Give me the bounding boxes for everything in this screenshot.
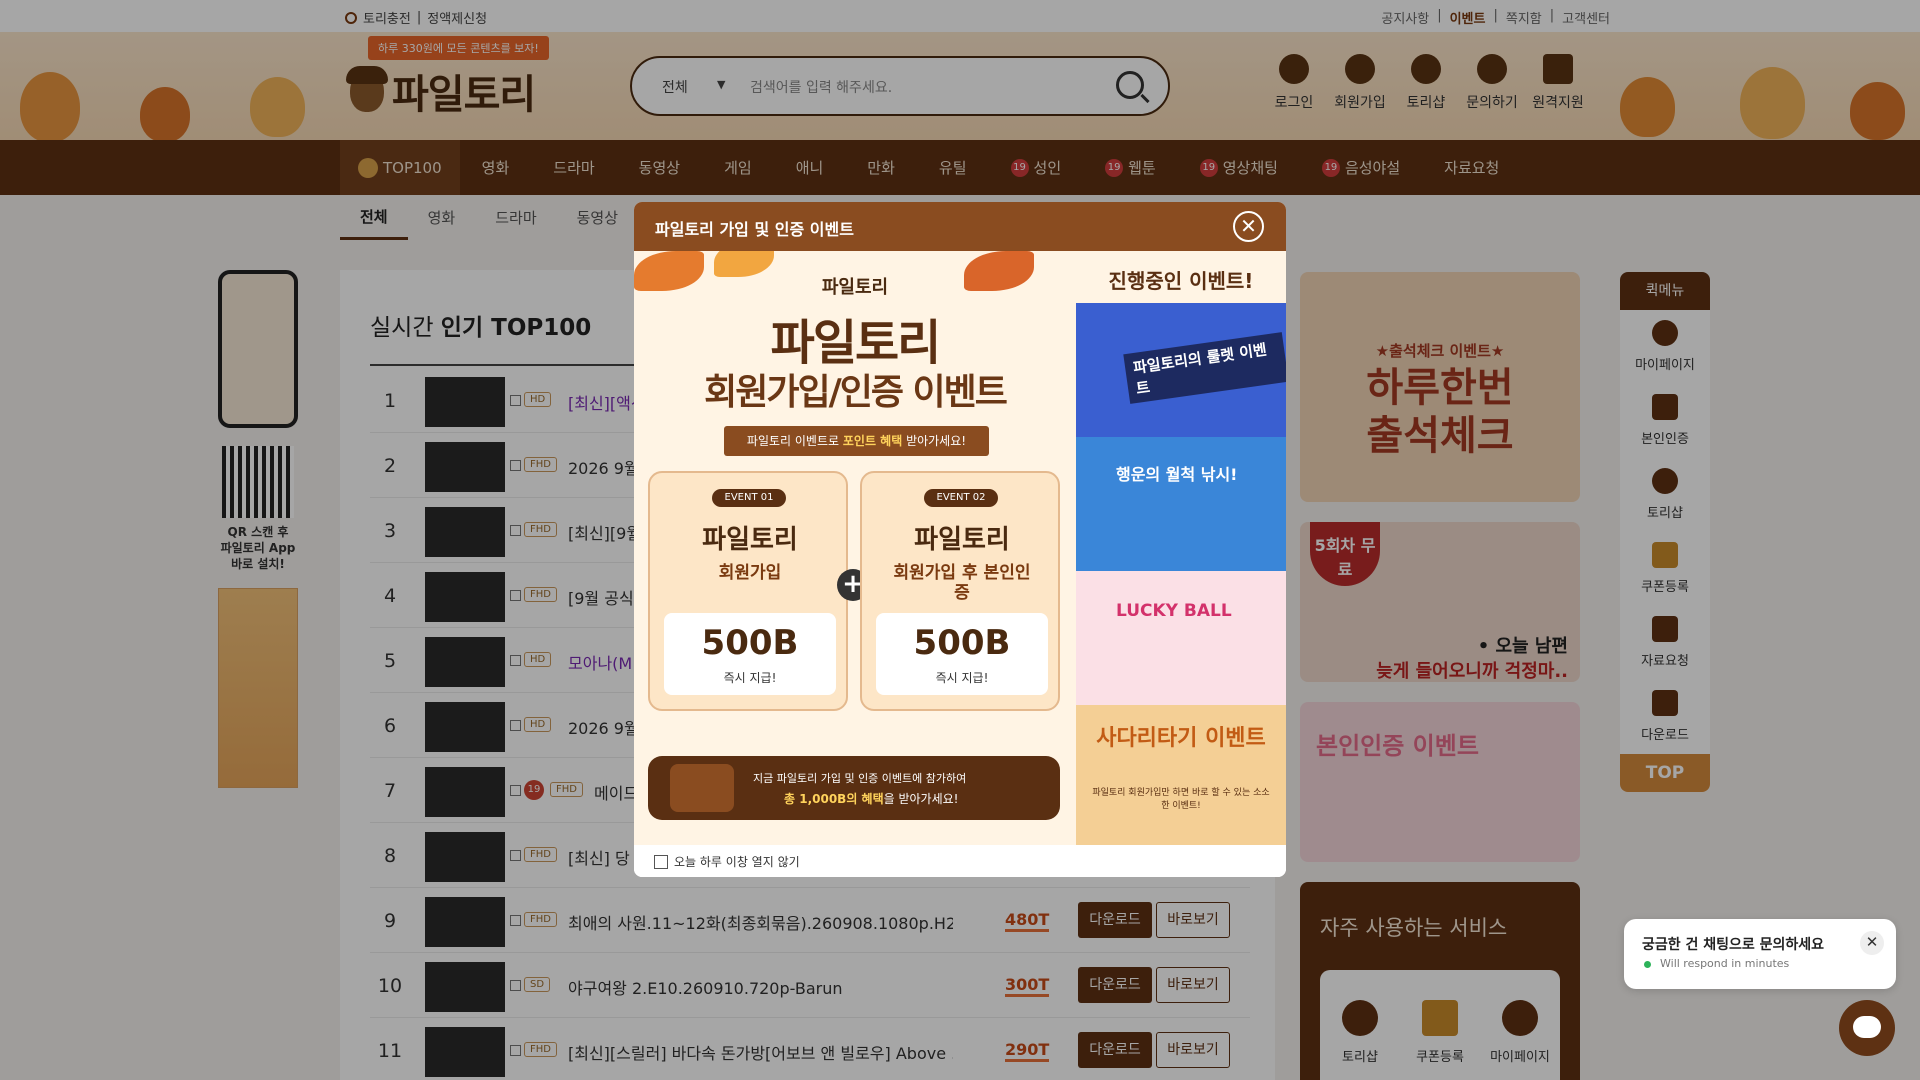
event-fishing[interactable]: 행운의 월척 낚시! — [1076, 437, 1286, 571]
signup-event-artwork: 파일토리 파일토리 회원가입/인증 이벤트 파일토리 이벤트로 포인트 혜택 받… — [634, 251, 1076, 845]
event-ladder[interactable]: 사다리타기 이벤트 파일토리 회원가입만 하면 바로 할 수 있는 소소한 이벤… — [1076, 705, 1286, 845]
wallet-bold: 총 1,000B의 혜택 — [784, 792, 884, 806]
coupon-amount: 500B — [913, 623, 1011, 663]
chat-launcher-button[interactable] — [1839, 1000, 1895, 1056]
modal-title: 파일토리 가입 및 인증 이벤트 — [655, 220, 854, 239]
modal-footer: 오늘 하루 이창 열지 않기 — [634, 845, 1286, 877]
modal-subheadline: 회원가입/인증 이벤트 — [704, 372, 1008, 413]
event-card-signup: EVENT 01 파일토리 회원가입 500B 즉시 지급! — [648, 471, 848, 711]
chat-prompt[interactable]: 궁금한 건 채팅으로 문의하세요 Will respond in minutes… — [1624, 919, 1896, 989]
coupon-box: 500B 즉시 지급! — [664, 613, 836, 695]
event-card-title: 파일토리 — [702, 525, 798, 555]
chat-status: Will respond in minutes — [1660, 957, 1790, 970]
event-title: LUCKY BALL — [1116, 601, 1232, 621]
coupon-note: 즉시 지급! — [723, 671, 777, 685]
event-tag: EVENT 01 — [712, 489, 786, 507]
online-status-icon — [1644, 961, 1651, 968]
wallet-banner: 지금 파일토리 가입 및 인증 이벤트에 참가하여 총 1,000B의 혜택을 … — [648, 756, 1060, 820]
event-card-subtitle: 회원가입 — [718, 563, 782, 583]
coupon-amount: 500B — [701, 623, 799, 663]
close-icon[interactable]: ✕ — [1233, 211, 1264, 242]
ribbon-text: 받아가세요! — [902, 434, 967, 448]
wallet-text: 지금 파일토리 가입 및 인증 이벤트에 참가하여 — [753, 772, 967, 785]
hide-today-label[interactable]: 오늘 하루 이창 열지 않기 — [674, 853, 800, 870]
event-card-title: 파일토리 — [914, 525, 1010, 555]
event-title: 파일토리의 룰렛 이벤트 — [1123, 332, 1286, 404]
event-card-subtitle: 회원가입 후 본인인증 — [893, 563, 1031, 603]
event-roulette[interactable]: 파일토리의 룰렛 이벤트 — [1076, 303, 1286, 437]
ongoing-events-panel: 진행중인 이벤트! 파일토리의 룰렛 이벤트 행운의 월척 낚시! LUCKY … — [1076, 251, 1286, 845]
event-subtitle: 파일토리 회원가입만 하면 바로 할 수 있는 소소한 이벤트! — [1092, 788, 1270, 811]
event-lucky-ball[interactable]: LUCKY BALL — [1076, 571, 1286, 705]
event-tag: EVENT 02 — [924, 489, 998, 507]
chat-prompt-title: 궁금한 건 채팅으로 문의하세요 — [1642, 937, 1825, 953]
chat-bubble-icon — [1853, 1016, 1881, 1038]
ongoing-events-heading: 진행중인 이벤트! — [1108, 269, 1254, 293]
event-image[interactable]: 파일토리 파일토리 회원가입/인증 이벤트 파일토리 이벤트로 포인트 혜택 받… — [634, 251, 1286, 845]
close-icon[interactable]: ✕ — [1860, 931, 1884, 955]
wallet-text-end: 을 받아가세요! — [883, 792, 959, 806]
event-modal: 파일토리 가입 및 인증 이벤트 ✕ 파일토리 파일토리 회원가입/인증 이벤트… — [634, 202, 1286, 877]
benefit-ribbon: 파일토리 이벤트로 포인트 혜택 받아가세요! — [724, 426, 989, 456]
modal-brand: 파일토리 — [821, 277, 889, 298]
app: 토리충전 | 정액제신청 공지사항 | 이벤트 | 쪽지함 | 고객센터 하루 … — [0, 0, 1920, 1080]
wallet-icon — [670, 764, 734, 812]
ribbon-bold: 포인트 혜택 — [842, 434, 903, 448]
event-title: 사다리타기 이벤트 — [1096, 726, 1266, 751]
modal-header: 파일토리 가입 및 인증 이벤트 ✕ — [634, 202, 1286, 251]
coupon-box: 500B 즉시 지급! — [876, 613, 1048, 695]
hide-today-checkbox[interactable] — [654, 855, 668, 869]
event-card-verify: EVENT 02 파일토리 회원가입 후 본인인증 500B 즉시 지급! — [860, 471, 1060, 711]
ribbon-text: 파일토리 이벤트로 — [746, 434, 843, 448]
wallet-text: 총 1,000B의 혜택을 받아가세요! — [784, 790, 959, 807]
event-title: 행운의 월척 낚시! — [1116, 465, 1238, 484]
coupon-note: 즉시 지급! — [935, 671, 989, 685]
